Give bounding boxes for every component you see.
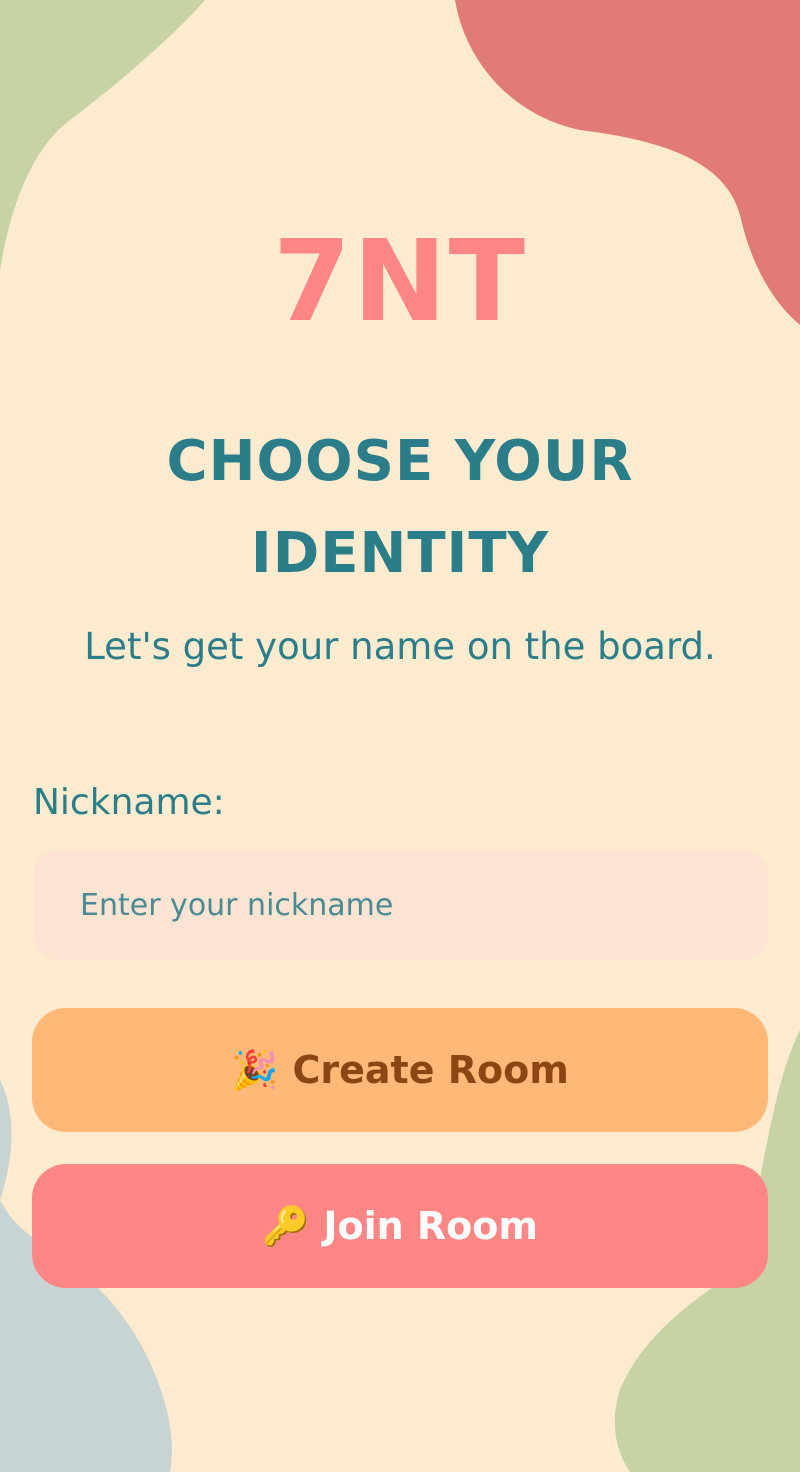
key-icon: 🔑 bbox=[262, 1204, 310, 1248]
nickname-input[interactable] bbox=[34, 850, 768, 960]
nickname-label: Nickname: bbox=[33, 782, 225, 823]
page-title: CHOOSE YOUR IDENTITY bbox=[166, 429, 634, 586]
identity-screen: 7NT CHOOSE YOUR IDENTITY Let's get your … bbox=[0, 0, 800, 1472]
page-subtitle: Let's get your name on the board. bbox=[84, 625, 716, 668]
party-popper-icon: 🎉 bbox=[231, 1048, 279, 1092]
join-room-label: Join Room bbox=[323, 1204, 538, 1248]
app-logo: 7NT bbox=[272, 217, 528, 347]
create-room-label: Create Room bbox=[292, 1048, 569, 1092]
join-room-button[interactable]: 🔑 Join Room bbox=[32, 1164, 768, 1288]
create-room-button[interactable]: 🎉 Create Room bbox=[32, 1008, 768, 1132]
